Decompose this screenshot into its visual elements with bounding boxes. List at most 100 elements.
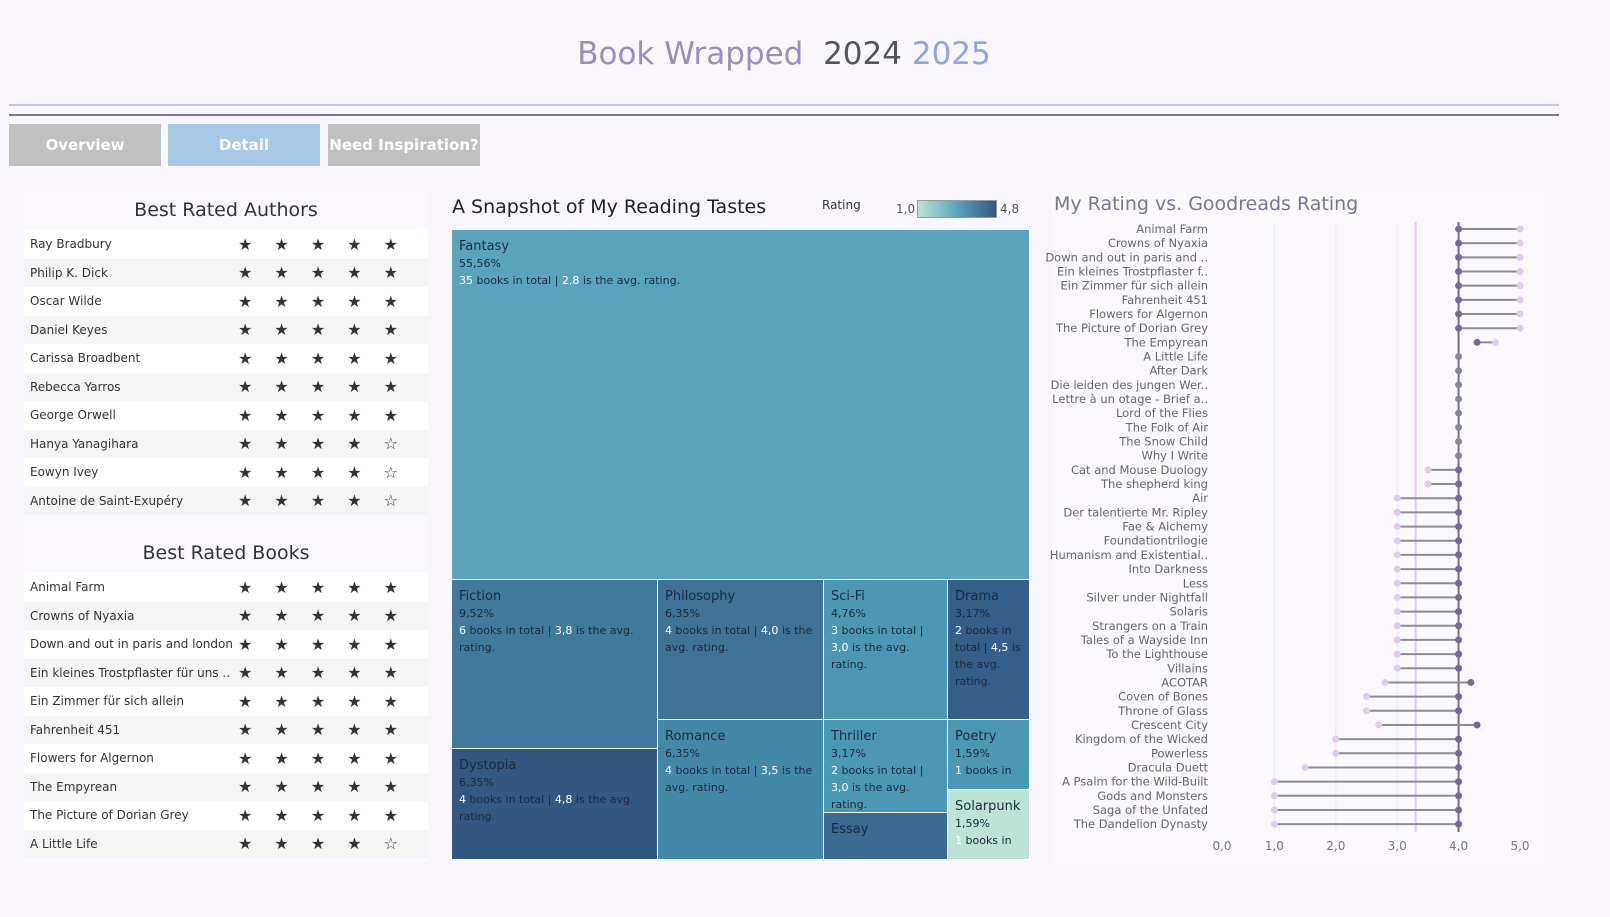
book-label: ACOTAR	[1161, 675, 1208, 689]
book-label: Throne of Glass	[1117, 704, 1208, 718]
my-rating-dot	[1516, 324, 1524, 332]
equal-rating-dot	[1455, 367, 1463, 375]
book-label: Coven of Bones	[1118, 690, 1208, 704]
my-rating-dot	[1393, 523, 1401, 531]
goodreads-rating-dot	[1455, 551, 1463, 559]
goodreads-rating-dot	[1455, 282, 1463, 290]
book-label: A Psalm for the Wild-Built	[1062, 775, 1208, 789]
my-rating-dot	[1516, 225, 1524, 233]
book-label: Gods and Monsters	[1097, 789, 1208, 803]
my-rating-dot	[1393, 508, 1401, 516]
book-label: Dracula Duett	[1128, 760, 1209, 774]
book-label: The Folk of Air	[1125, 420, 1209, 434]
book-label: Air	[1192, 491, 1208, 505]
book-label: The shepherd king	[1100, 477, 1208, 491]
book-label: The Picture of Dorian Grey	[1055, 321, 1208, 335]
goodreads-rating-dot	[1455, 480, 1463, 488]
goodreads-rating-dot	[1455, 466, 1463, 474]
my-rating-dot	[1363, 693, 1370, 701]
goodreads-rating-dot	[1455, 636, 1463, 644]
my-rating-dot	[1332, 749, 1340, 757]
book-label: Silver under Nightfall	[1086, 590, 1208, 604]
x-tick-label: 5,0	[1510, 839, 1529, 853]
goodreads-rating-dot	[1473, 338, 1481, 346]
book-label: Fae & Alchemy	[1122, 520, 1208, 534]
book-label: Humanism and Existential..	[1050, 548, 1208, 562]
x-tick-label: 1,0	[1265, 839, 1284, 853]
goodreads-rating-dot	[1455, 508, 1463, 516]
book-label: Der talentierte Mr. Ripley	[1063, 505, 1208, 519]
goodreads-rating-dot	[1455, 749, 1463, 757]
book-label: The Empyrean	[1123, 335, 1208, 349]
my-rating-dot	[1516, 268, 1524, 276]
book-label: Animal Farm	[1136, 222, 1208, 236]
goodreads-rating-dot	[1455, 735, 1463, 743]
goodreads-rating-dot	[1455, 239, 1463, 247]
my-rating-dot	[1516, 253, 1524, 261]
book-label: Tales of a Wayside Inn	[1080, 633, 1208, 647]
book-label: Down and out in paris and ..	[1045, 250, 1208, 264]
goodreads-rating-dot	[1455, 693, 1463, 701]
x-tick-label: 3,0	[1388, 839, 1407, 853]
my-rating-dot	[1393, 664, 1401, 672]
goodreads-rating-dot	[1455, 650, 1463, 658]
my-rating-dot	[1516, 310, 1524, 318]
book-label: Die leiden des jungen Wer..	[1051, 378, 1208, 392]
book-label: Saga of the Unfated	[1093, 803, 1208, 817]
book-label: Flowers for Algernon	[1089, 307, 1208, 321]
equal-rating-dot	[1455, 395, 1463, 403]
my-rating-dot	[1393, 608, 1401, 616]
my-rating-dot	[1375, 721, 1383, 729]
book-label: Into Darkness	[1128, 562, 1208, 576]
my-rating-dot	[1424, 466, 1432, 474]
my-rating-dot	[1301, 763, 1309, 771]
book-label: Solaris	[1170, 605, 1209, 619]
goodreads-rating-dot	[1455, 579, 1463, 587]
book-label: Less	[1183, 576, 1208, 590]
my-rating-dot	[1491, 338, 1499, 346]
my-rating-dot	[1393, 593, 1401, 601]
equal-rating-dot	[1455, 438, 1463, 446]
my-rating-dot	[1270, 778, 1278, 786]
my-rating-dot	[1332, 735, 1340, 743]
my-rating-dot	[1270, 806, 1278, 814]
my-rating-dot	[1393, 636, 1401, 644]
book-label: Why I Write	[1141, 449, 1208, 463]
goodreads-rating-dot	[1473, 721, 1481, 729]
book-label: Lord of the Flies	[1116, 406, 1208, 420]
my-rating-dot	[1393, 650, 1401, 658]
my-rating-dot	[1270, 820, 1278, 828]
equal-rating-dot	[1455, 353, 1463, 361]
goodreads-rating-dot	[1455, 523, 1463, 531]
goodreads-rating-dot	[1455, 324, 1463, 332]
my-rating-dot	[1393, 551, 1401, 559]
goodreads-rating-dot	[1455, 253, 1463, 261]
book-label: Crowns of Nyaxia	[1108, 236, 1208, 250]
goodreads-rating-dot	[1455, 820, 1463, 828]
goodreads-rating-dot	[1455, 608, 1463, 616]
goodreads-rating-dot	[1455, 225, 1463, 233]
my-rating-dot	[1270, 792, 1278, 800]
book-label: Kingdom of the Wicked	[1075, 732, 1208, 746]
goodreads-rating-dot	[1455, 296, 1463, 304]
goodreads-rating-dot	[1455, 593, 1463, 601]
book-label: Ein Zimmer für sich allein	[1060, 279, 1208, 293]
x-tick-label: 0,0	[1212, 839, 1231, 853]
book-label: Fahrenheit 451	[1122, 293, 1208, 307]
my-rating-dot	[1516, 282, 1524, 290]
my-rating-dot	[1516, 296, 1524, 304]
rating-lollipop-chart: Animal FarmCrowns of NyaxiaDown and out …	[1045, 222, 1530, 853]
my-rating-dot	[1516, 239, 1524, 247]
goodreads-rating-dot	[1455, 622, 1463, 630]
goodreads-rating-dot	[1455, 792, 1463, 800]
goodreads-rating-dot	[1455, 664, 1463, 672]
my-rating-dot	[1393, 494, 1401, 502]
book-label: Villains	[1167, 661, 1208, 675]
x-tick-label: 4,0	[1449, 839, 1468, 853]
goodreads-rating-dot	[1455, 763, 1463, 771]
goodreads-rating-dot	[1455, 806, 1463, 814]
my-rating-dot	[1393, 579, 1401, 587]
goodreads-rating-dot	[1455, 494, 1463, 502]
goodreads-rating-dot	[1455, 778, 1463, 786]
book-label: Foundationtrilogie	[1104, 534, 1208, 548]
